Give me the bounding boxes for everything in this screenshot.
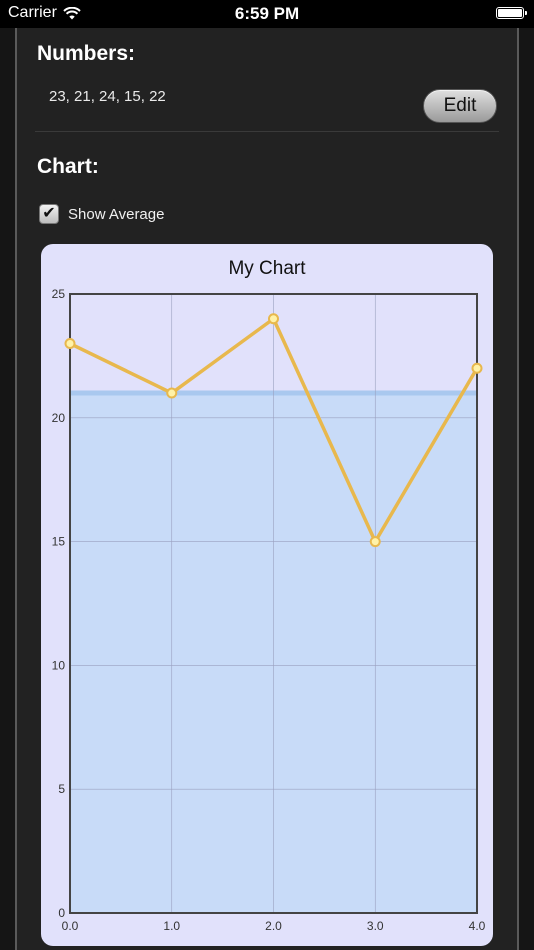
chart-card: My Chart 0 5 10 15 20 25 0.0 1.0 2.0 3.0 4.0 [41,244,493,946]
numbers-heading: Numbers: [37,42,136,65]
edit-button[interactable]: Edit [423,89,497,123]
y-tick-label: 25 [52,287,66,301]
data-point [471,362,483,374]
chart-heading: Chart: [37,155,99,178]
status-bar: Carrier 6:59 PM [0,0,534,28]
show-average-label: Show Average [68,205,165,223]
x-tick-label: 4.0 [469,919,486,933]
x-tick-label: 0.0 [62,919,79,933]
status-time: 6:59 PM [234,4,300,23]
line-chart: 0 5 10 15 20 25 0.0 1.0 2.0 3.0 4.0 [52,287,486,933]
battery-icon [496,7,527,19]
y-tick-label: 15 [52,535,66,549]
section-divider [35,131,499,132]
y-tick-label: 20 [52,411,66,425]
checkmark-icon: ✔ [42,205,56,222]
data-point [268,313,279,325]
data-point [369,536,381,548]
y-tick-label: 10 [52,658,66,672]
y-tick-label: 5 [58,782,65,796]
show-average-checkbox[interactable]: ✔ [39,204,59,224]
numbers-list: 23, 21, 24, 15, 22 [49,88,166,105]
x-tick-label: 3.0 [367,919,384,933]
x-tick-label: 1.0 [163,919,180,933]
x-tick-label: 2.0 [265,919,282,933]
show-average-toggle[interactable]: ✔ Show Average [39,204,164,224]
data-point [64,338,76,350]
y-tick-label: 0 [58,906,65,920]
data-point [166,387,178,399]
